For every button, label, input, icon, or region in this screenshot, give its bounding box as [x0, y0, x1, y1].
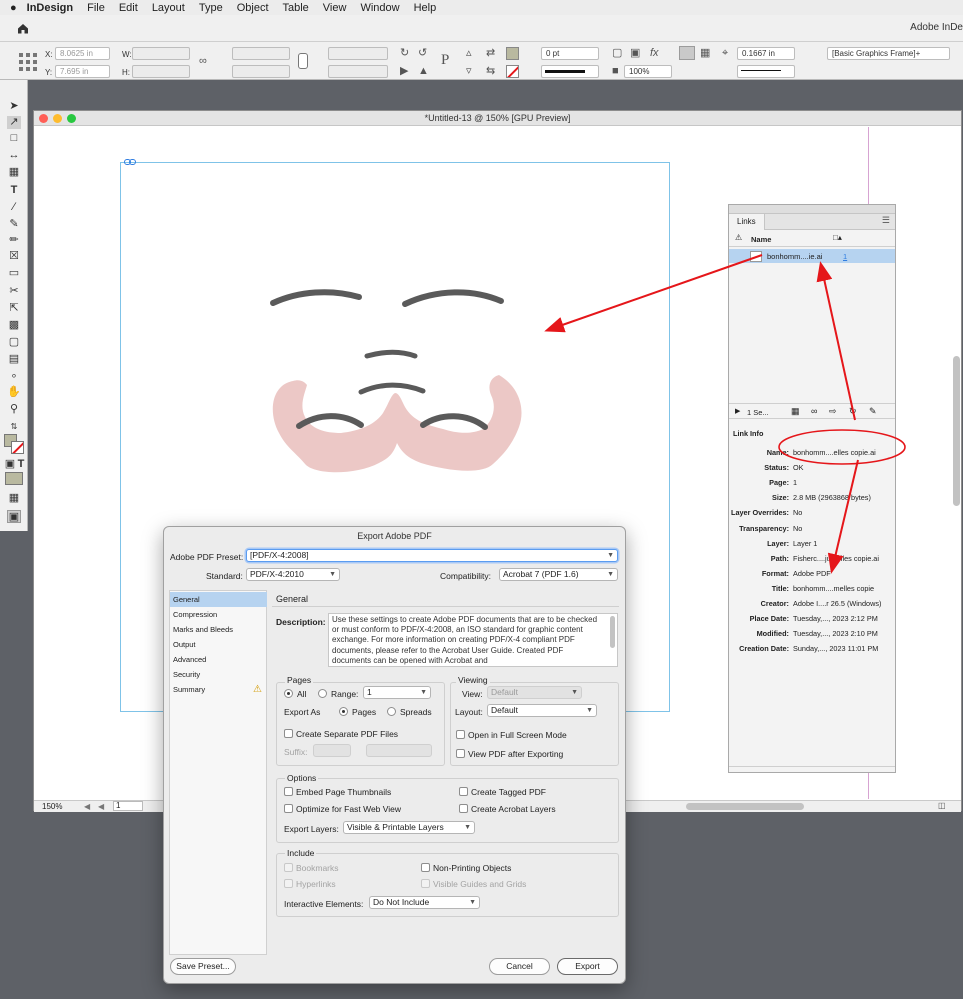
- range-field[interactable]: 1 ▼: [363, 686, 431, 699]
- standard-select[interactable]: PDF/X-4:2010 ▼: [246, 568, 340, 581]
- all-label: All: [297, 689, 307, 699]
- description-box[interactable]: Use these settings to create Adobe PDF d…: [328, 613, 618, 667]
- fast-web-checkbox[interactable]: [284, 804, 293, 813]
- section-divider: [272, 606, 619, 607]
- acrobat-layers-label: Create Acrobat Layers: [471, 804, 556, 814]
- compatibility-select[interactable]: Acrobat 7 (PDF 1.6) ▼: [499, 568, 618, 581]
- acrobat-layers-checkbox[interactable]: [459, 804, 468, 813]
- export-as-label: Export As: [284, 707, 321, 717]
- layout-label: Layout:: [455, 707, 483, 717]
- suffix-field-2[interactable]: [366, 744, 432, 757]
- description-label: Description:: [276, 617, 326, 627]
- viewing-title: Viewing: [456, 675, 490, 685]
- annotation-arrow-to-artwork: [544, 254, 763, 333]
- all-radio[interactable]: [284, 689, 293, 698]
- nonprinting-label: Non-Printing Objects: [433, 863, 512, 873]
- export-layers-label: Export Layers:: [284, 824, 339, 834]
- hyperlinks-label: Hyperlinks: [296, 879, 336, 889]
- chevron-down-icon: ▼: [464, 824, 471, 831]
- preset-label: Adobe PDF Preset:: [170, 552, 244, 562]
- separate-files-label: Create Separate PDF Files: [296, 729, 399, 739]
- tagged-pdf-label: Create Tagged PDF: [471, 787, 546, 797]
- view-after-label: View PDF after Exporting: [468, 749, 564, 759]
- fast-web-label: Optimize for Fast Web View: [296, 804, 402, 814]
- fullscreen-checkbox[interactable]: [456, 730, 465, 739]
- visible-guides-checkbox[interactable]: [421, 879, 430, 888]
- save-preset-button[interactable]: Save Preset...: [170, 958, 236, 975]
- spreads-option-label: Spreads: [400, 707, 432, 717]
- bookmarks-label: Bookmarks: [296, 863, 339, 873]
- export-button[interactable]: Export: [557, 958, 618, 975]
- chevron-down-icon: ▼: [571, 689, 578, 696]
- visible-guides-label: Visible Guides and Grids: [433, 879, 527, 889]
- standard-label: Standard:: [206, 571, 243, 581]
- description-text: Use these settings to create Adobe PDF d…: [332, 615, 598, 665]
- export-pdf-dialog: Export Adobe PDF Adobe PDF Preset: [PDF/…: [163, 526, 626, 984]
- warning-icon: ⚠: [253, 684, 262, 695]
- annotation-circle-name: [778, 429, 906, 465]
- chevron-down-icon: ▼: [469, 899, 476, 906]
- export-layers-select[interactable]: Visible & Printable Layers ▼: [343, 821, 475, 834]
- annotation-arrow-to-link: [816, 261, 856, 421]
- suffix-field-1[interactable]: [313, 744, 351, 757]
- bookmarks-checkbox[interactable]: [284, 863, 293, 872]
- spreads-radio[interactable]: [387, 707, 396, 716]
- pages-option-label: Pages: [352, 707, 377, 717]
- compatibility-label: Compatibility:: [440, 571, 492, 581]
- nav-marks-and-bleeds[interactable]: Marks and Bleeds: [170, 622, 267, 637]
- nonprinting-checkbox[interactable]: [421, 863, 430, 872]
- include-title: Include: [285, 848, 317, 858]
- pages-radio[interactable]: [339, 707, 348, 716]
- embed-thumbs-checkbox[interactable]: [284, 787, 293, 796]
- nav-advanced[interactable]: Advanced: [170, 652, 267, 667]
- layout-select[interactable]: Default ▼: [487, 704, 597, 717]
- chevron-down-icon: ▼: [607, 571, 614, 578]
- category-list: General Compression Marks and Bleeds Out…: [169, 590, 267, 955]
- suffix-label: Suffix:: [284, 747, 308, 757]
- view-label: View:: [462, 689, 483, 699]
- nav-output[interactable]: Output: [170, 637, 267, 652]
- nav-compression[interactable]: Compression: [170, 607, 267, 622]
- range-radio[interactable]: [318, 689, 327, 698]
- chevron-down-icon: ▼: [586, 707, 593, 714]
- interactive-label: Interactive Elements:: [284, 899, 364, 909]
- pages-title: Pages: [285, 675, 314, 685]
- chevron-down-icon: ▼: [607, 552, 614, 559]
- view-select[interactable]: Default ▼: [487, 686, 582, 699]
- cancel-button[interactable]: Cancel: [489, 958, 550, 975]
- hyperlinks-checkbox[interactable]: [284, 879, 293, 888]
- chevron-down-icon: ▼: [329, 571, 336, 578]
- chevron-down-icon: ▼: [420, 689, 427, 696]
- dialog-title: Export Adobe PDF: [357, 531, 432, 541]
- description-scrollbar[interactable]: [610, 616, 615, 648]
- section-title: General: [276, 594, 309, 604]
- nav-general[interactable]: General: [170, 592, 267, 607]
- fullscreen-label: Open in Full Screen Mode: [468, 730, 567, 740]
- interactive-select[interactable]: Do Not Include ▼: [369, 896, 480, 909]
- embed-thumbs-label: Embed Page Thumbnails: [296, 787, 392, 797]
- annotation-arrow-to-format: [827, 459, 859, 574]
- options-title: Options: [285, 773, 319, 783]
- separate-files-checkbox[interactable]: [284, 729, 293, 738]
- preset-select[interactable]: [PDF/X-4:2008] ▼: [246, 549, 618, 562]
- tagged-pdf-checkbox[interactable]: [459, 787, 468, 796]
- range-label: Range:: [331, 689, 359, 699]
- view-after-checkbox[interactable]: [456, 749, 465, 758]
- nav-security[interactable]: Security: [170, 667, 267, 682]
